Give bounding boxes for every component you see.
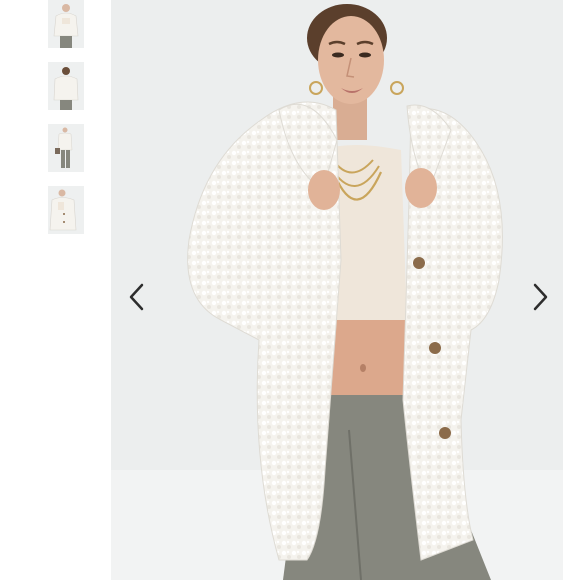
chevron-left-icon xyxy=(129,283,144,311)
thumbnail-1-image xyxy=(48,0,84,48)
product-image-gallery xyxy=(0,0,580,580)
model-wearing-teddy-coat xyxy=(111,0,563,580)
thumbnail-2[interactable] xyxy=(48,62,84,110)
chevron-right-icon xyxy=(533,283,548,311)
thumbnail-4[interactable] xyxy=(48,186,84,234)
thumbnail-3-image xyxy=(48,124,84,172)
thumbnail-3[interactable] xyxy=(48,124,84,172)
thumbnail-1[interactable] xyxy=(48,0,84,48)
thumbnail-4-image xyxy=(48,186,84,234)
previous-image-button[interactable] xyxy=(126,282,150,312)
thumbnail-2-image xyxy=(48,62,84,110)
next-image-button[interactable] xyxy=(527,282,551,312)
main-product-image[interactable] xyxy=(111,0,563,580)
